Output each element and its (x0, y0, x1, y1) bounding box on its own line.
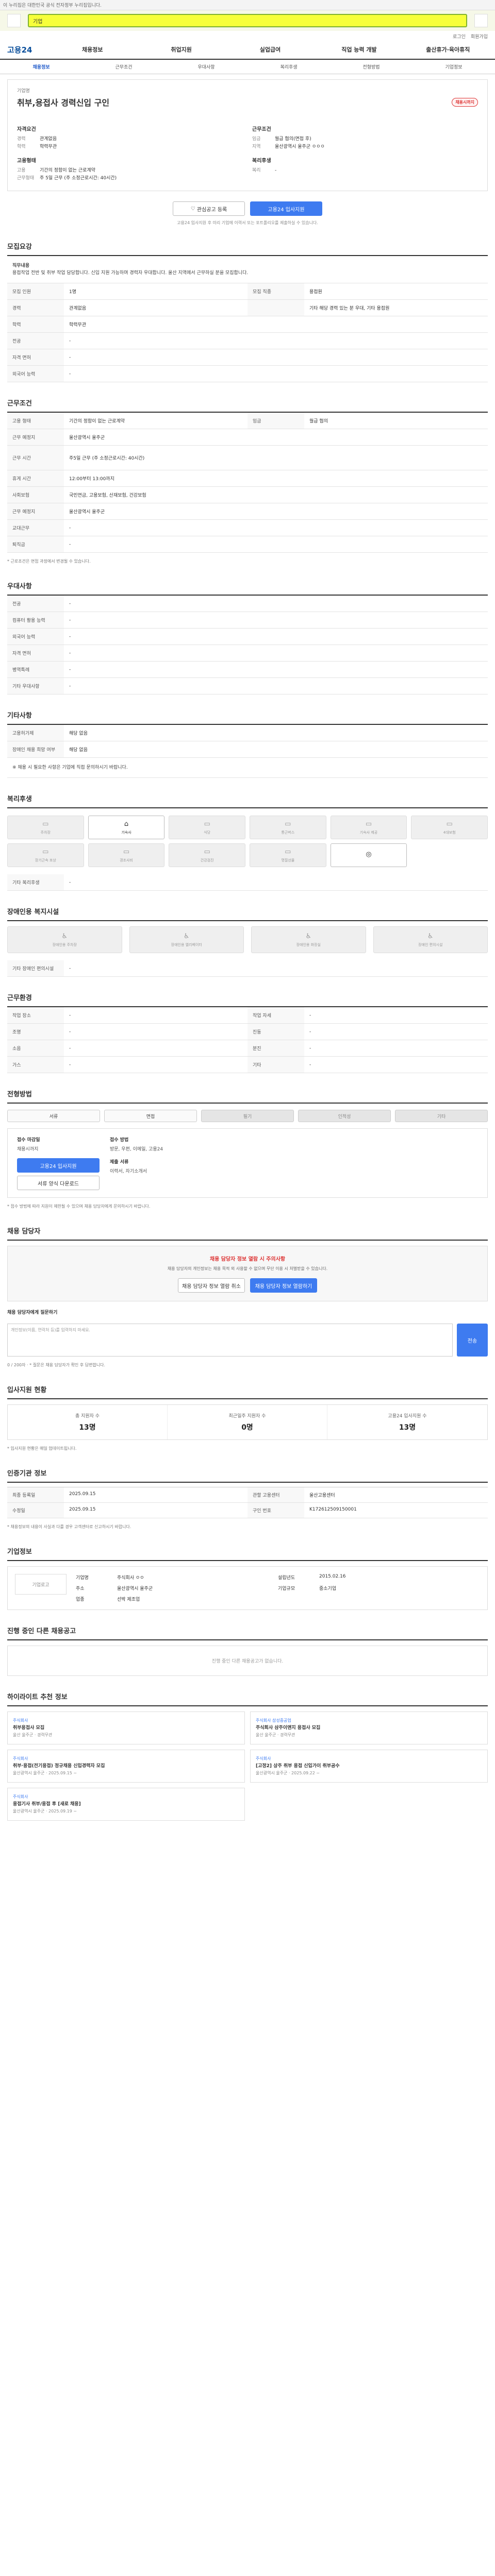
apply-note: 고용24 입사지원 후 미리 기업에 이력서 또는 포트폴리오를 제출하실 수 … (177, 221, 318, 225)
nav-item[interactable]: 출산휴가·육아휴직 (408, 45, 488, 54)
facility-item: ♿ 장애인용 엘리베이터 (129, 926, 244, 953)
facility-item: ♿ 장애인용 주차장 (7, 926, 122, 953)
contact-section: 채용 담당자 채용 담당자 정보 열람 시 주의사항 채용 담당자의 개인정보는… (7, 1226, 488, 1369)
welfare-item: ▭ 명절선물 (250, 843, 326, 867)
recommend-section: 하이라이트 추천 정보 주식회사 취부용접사 모집 울산 울주군 · 경력무관 주식… (7, 1691, 488, 1821)
recommend-card[interactable]: 주식회사 취부·용접(전기용접) 정규채용 신입경력자 모집 울산광역시 울주군 ·… (7, 1750, 245, 1783)
form-download-button[interactable]: 서류 양식 다운로드 (17, 1176, 100, 1190)
tab[interactable]: 근무조건 (82, 63, 165, 70)
tab[interactable]: 우대사항 (165, 63, 248, 70)
company-name: 기업명 (17, 89, 30, 94)
company-section: 기업정보 기업로고 기업명 주식회사 ㅇㅇ 설립년도 2015.02.16 주소 울산… (7, 1546, 488, 1610)
welfare-item: ▭ 건강검진 (169, 843, 245, 867)
recommend-card[interactable]: 주식회사 취부용접사 모집 울산 울주군 · 경력무관 (7, 1711, 245, 1744)
join-link[interactable]: 회원가입 (471, 33, 488, 40)
contact-cancel-button[interactable]: 채용 담당자 정보 열람 취소 (178, 1278, 245, 1293)
company-logo: 기업로고 (15, 1574, 67, 1595)
question-textarea[interactable]: 개인정보(이름, 연락처 등)를 입력하지 마세요. (7, 1324, 453, 1357)
menu-icon[interactable] (474, 14, 488, 27)
apply-button[interactable]: 고용24 입사지원 (250, 201, 322, 216)
tab[interactable]: 복리후생 (248, 63, 330, 70)
job-title: 취부,용접사 경력신입 구인 (17, 98, 110, 108)
facility-item: ♿ 장애인용 화장실 (251, 926, 366, 953)
tab[interactable]: 기업정보 (412, 63, 495, 70)
method-step: 인적성 (298, 1110, 391, 1122)
nav-item[interactable]: 채용정보 (53, 45, 132, 54)
nav-item[interactable]: 실업급여 (230, 45, 310, 54)
nav-item[interactable]: 취업지원 (141, 45, 221, 54)
brand-bar: 기업 (0, 10, 495, 31)
group-title: 근무조건 (252, 127, 271, 132)
group-title: 고용형태 (17, 158, 36, 164)
welfare-item: ▭ 기숙사 제공 (330, 816, 407, 839)
status-section: 입사지원 현황 총 지원자 수 13명 최근일주 지원자 수 0명 고용24 입사지… (7, 1384, 488, 1452)
group-title: 자격요건 (17, 127, 36, 132)
welfare-item: ⌂ 기숙사 (88, 816, 165, 839)
heart-icon: ♡ (190, 206, 197, 212)
welfare-item: ▭ 4대보험 (411, 816, 488, 839)
recruit-section: 모집요강 직무내용 용접작업 전반 및 취부 작업 담당합니다. 신입 지원 가능… (7, 241, 488, 382)
facility-item: ♿ 장애인 편의시설 (373, 926, 488, 953)
welfare-item: ▭ 식당 (169, 816, 245, 839)
recommend-card[interactable]: 주식회사 삼성중공업 주식회사 삼주이앤지 용접사 모집 울산 울주군 · 경력무관 (250, 1711, 488, 1744)
gov-logo[interactable] (7, 14, 21, 27)
welfare-section: 복리후생 ▭ 주차장 ⌂ 기숙사 ▭ 식당 ▭ 통근버스 ▭ 기숙사 제공 ▭ 4대보험 ▭… (7, 793, 488, 891)
save-job-button[interactable]: ♡ 관심공고 등록 (173, 201, 245, 216)
method-step: 기타 (395, 1110, 488, 1122)
site-logo[interactable]: 고용24 (7, 44, 43, 55)
method-step: 서류 (7, 1110, 100, 1122)
gov-notice: 이 누리집은 대한민국 공식 전자정부 누리집입니다. (3, 3, 102, 8)
job-summary: 기업명 취부,용접사 경력신입 구인 채용시까지 자격요건 경력 관계없음 학력 학력… (7, 79, 488, 191)
welfare-item: ◎ (330, 843, 407, 867)
method-section: 전형방법 서류 면접 필기 인적성 기타 접수 마감일 채용시까지 고용24 입… (7, 1089, 488, 1210)
util-links: 로그인 회원가입 (0, 31, 495, 40)
nav-item[interactable]: 직업 능력 개발 (319, 45, 399, 54)
apply-button-2[interactable]: 고용24 입사지원 (17, 1158, 100, 1173)
method-step: 면접 (104, 1110, 197, 1122)
welfare-item: ▭ 주차장 (7, 816, 84, 839)
welfare-item: ▭ 경조사비 (88, 843, 165, 867)
login-link[interactable]: 로그인 (453, 33, 466, 40)
search-input[interactable]: 기업 (28, 14, 467, 27)
deadline-badge: 채용시까지 (452, 97, 478, 107)
prefer-section: 우대사항 전공 - 컴퓨터 활용 능력 - 외국어 능력 - 자격 면허 - 병역특례 -… (7, 581, 488, 694)
tab[interactable]: 채용정보 (0, 63, 82, 70)
condition-section: 근무조건 고용 형태 기간의 정함이 없는 근로계약 임금 월급 협의 근무 예정지 울… (7, 398, 488, 565)
section-tabs: 채용정보 근무조건 우대사항 복리후생 전형방법 기업정보 (0, 60, 495, 74)
main-nav: 고용24 채용정보 취업지원 실업급여 직업 능력 개발 출산휴가·육아휴직 (0, 40, 495, 60)
info-section: 인증기관 정보 최종 등록일 2025.09.15 관할 고용센터 울산고용센터 수… (7, 1468, 488, 1531)
method-step: 필기 (201, 1110, 294, 1122)
disabled-section: 장애인용 복지시설 ♿ 장애인용 주차장 ♿ 장애인용 엘리베이터 ♿ 장애인용 화장… (7, 906, 488, 977)
gov-notice-bar: 이 누리집은 대한민국 공식 전자정부 누리집입니다. (0, 0, 495, 10)
work-section: 근무환경 작업 장소 - 작업 자세 - 조명 - 진동 - 소음 - 분진 - 가스 - 기타 - (7, 992, 488, 1073)
welfare-item: ▭ 장기근속 포상 (7, 843, 84, 867)
tab[interactable]: 전형방법 (330, 63, 412, 70)
recommend-card[interactable]: 주식회사 [고정2] 상주 취부 용접 신입가이 취부공수 울산광역시 울주군 · … (250, 1750, 488, 1783)
question-send-button[interactable]: 전송 (457, 1324, 488, 1357)
other-jobs-section: 진행 중인 다른 채용공고 진행 중인 다른 채용공고가 없습니다. (7, 1625, 488, 1676)
etc-section: 기타사항 고용허가제 해당 없음 장애인 채용 희망 여부 해당 없음 ※ 채용 시… (7, 710, 488, 778)
group-title: 복리후생 (252, 158, 271, 164)
contact-view-button[interactable]: 채용 담당자 정보 열람하기 (250, 1278, 317, 1293)
recommend-card[interactable]: 주식회사 용접기사 취부/용접 후 [새로 채용] 울산광역시 울주군 · 2025… (7, 1788, 245, 1821)
welfare-item: ▭ 통근버스 (250, 816, 326, 839)
